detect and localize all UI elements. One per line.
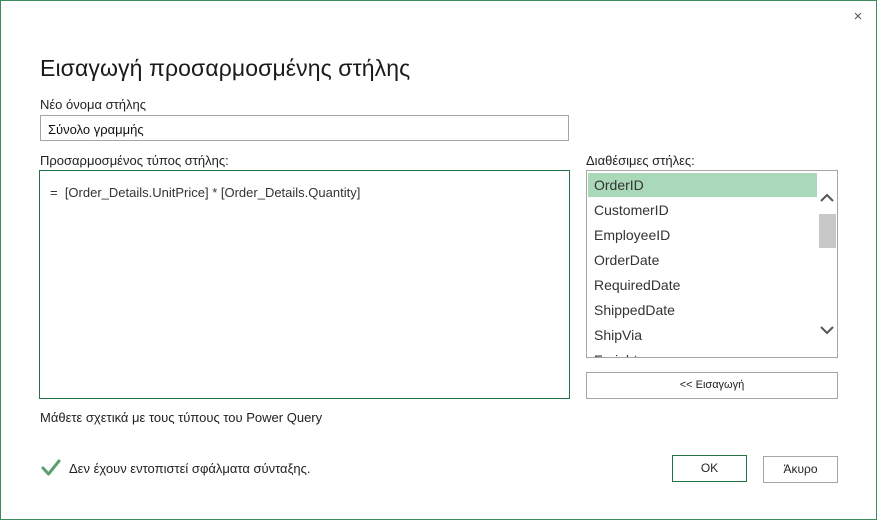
custom-formula-label: Προσαρμοσμένος τύπος στήλης: <box>40 153 229 168</box>
list-item-orderid[interactable]: OrderID <box>588 173 817 197</box>
list-item-requireddate[interactable]: RequiredDate <box>588 273 817 297</box>
new-column-name-input[interactable]: Σύνολο γραμμής <box>40 115 569 141</box>
available-columns-list[interactable]: OrderID CustomerID EmployeeID OrderDate … <box>586 170 838 358</box>
list-item-orderdate[interactable]: OrderDate <box>588 248 817 272</box>
list-item-employeeid[interactable]: EmployeeID <box>588 223 817 247</box>
scroll-up-icon[interactable] <box>817 188 837 208</box>
learn-power-query-formulas-link[interactable]: Μάθετε σχετικά με τους τύπους του Power … <box>40 410 322 425</box>
list-item-shippeddate[interactable]: ShippedDate <box>588 298 817 322</box>
list-item-freight[interactable]: Freight <box>588 348 817 357</box>
formula-text: = [Order_Details.UnitPrice] * [Order_Det… <box>50 185 361 200</box>
available-columns-label: Διαθέσιμες στήλες: <box>586 153 695 168</box>
ok-button[interactable]: OK <box>672 455 747 482</box>
insert-column-button[interactable]: << Εισαγωγή <box>586 372 838 399</box>
scroll-down-icon[interactable] <box>817 320 837 340</box>
custom-column-dialog: × Εισαγωγή προσαρμοσμένης στήλης Νέο όνο… <box>0 0 877 520</box>
dialog-title: Εισαγωγή προσαρμοσμένης στήλης <box>40 55 411 81</box>
list-item-customerid[interactable]: CustomerID <box>588 198 817 222</box>
list-item-shipvia[interactable]: ShipVia <box>588 323 817 347</box>
cancel-button[interactable]: Άκυρο <box>763 456 838 483</box>
list-scrollbar[interactable] <box>817 171 837 357</box>
syntax-status-text: Δεν έχουν εντοπιστεί σφάλματα σύνταξης. <box>69 461 311 476</box>
checkmark-icon <box>41 458 61 478</box>
close-icon[interactable]: × <box>850 8 866 26</box>
scrollbar-thumb[interactable] <box>819 214 836 248</box>
custom-formula-editor[interactable]: = [Order_Details.UnitPrice] * [Order_Det… <box>39 170 570 399</box>
new-column-name-label: Νέο όνομα στήλης <box>40 97 146 112</box>
